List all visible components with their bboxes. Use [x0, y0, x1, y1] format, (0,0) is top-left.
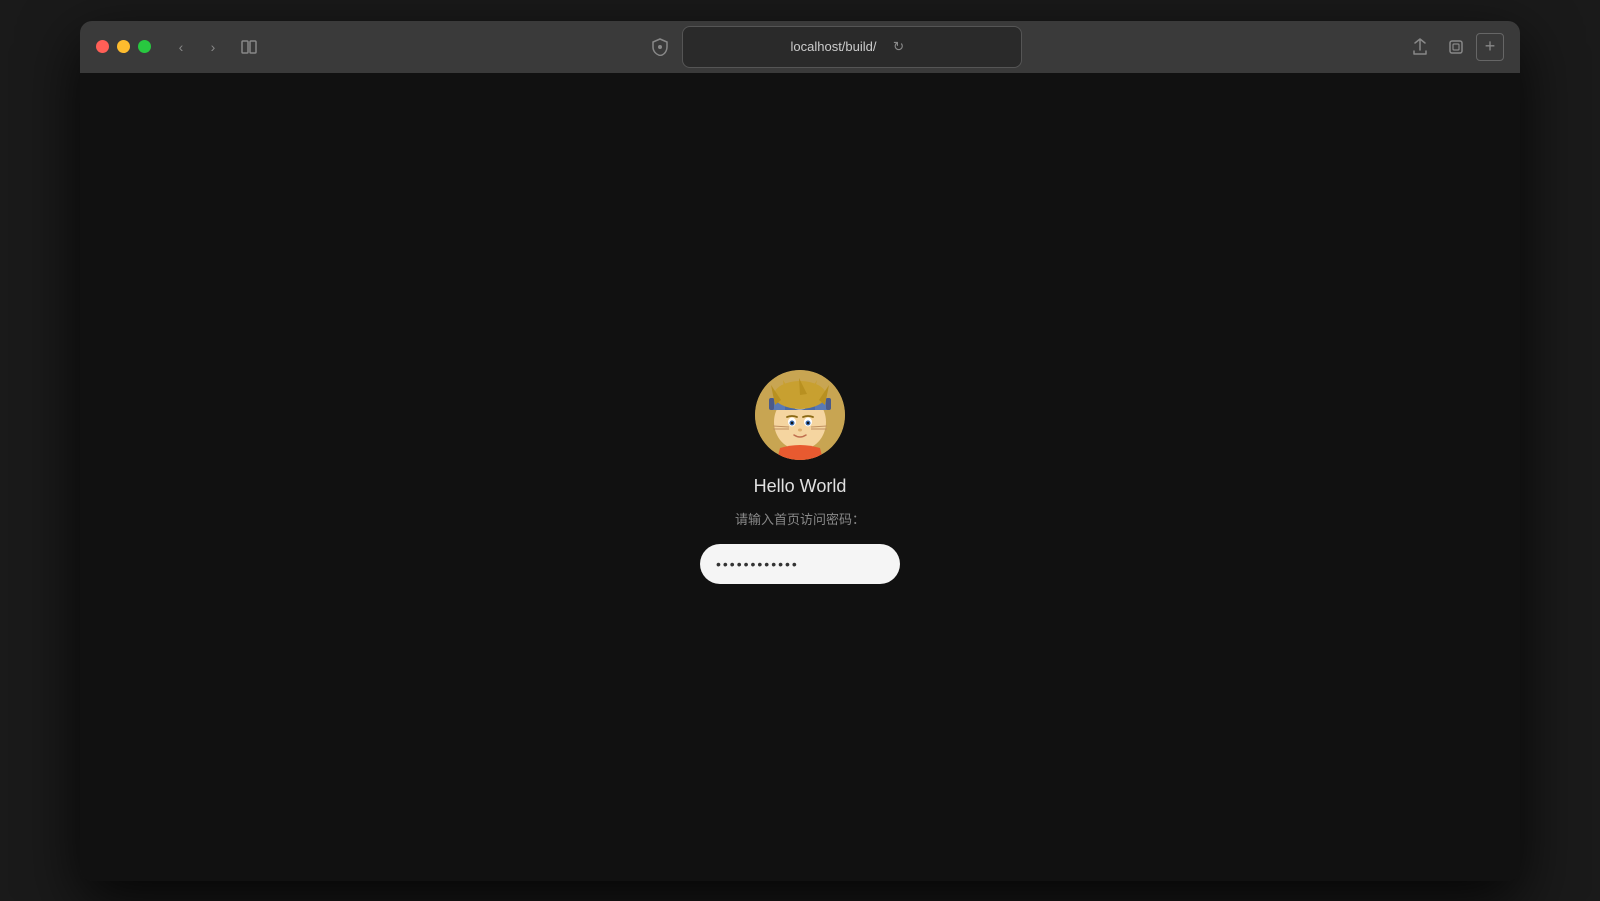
security-icon: [646, 33, 674, 61]
avatar: [755, 370, 845, 460]
prompt-text: 请输入首页访问密码：: [735, 509, 865, 528]
forward-button[interactable]: ›: [199, 33, 227, 61]
password-input[interactable]: [700, 548, 900, 580]
traffic-lights: [96, 40, 151, 53]
address-bar-container: localhost/build/ ↻: [271, 26, 1396, 68]
url-text: localhost/build/: [791, 39, 877, 54]
login-container: Hello World 请输入首页访问密码： →: [700, 370, 900, 584]
toolbar-right: +: [1404, 31, 1504, 63]
window-button[interactable]: [1440, 31, 1472, 63]
reload-icon: ↻: [893, 39, 904, 55]
nav-buttons: ‹ ›: [167, 33, 227, 61]
user-name: Hello World: [754, 476, 847, 497]
browser-window: ‹ › localhost/build/ ↻: [80, 21, 1520, 881]
maximize-button[interactable]: [138, 40, 151, 53]
reload-button[interactable]: ↻: [885, 33, 913, 61]
browser-content: Hello World 请输入首页访问密码： →: [80, 73, 1520, 881]
sidebar-toggle-button[interactable]: [235, 33, 263, 61]
minimize-button[interactable]: [117, 40, 130, 53]
browser-titlebar: ‹ › localhost/build/ ↻: [80, 21, 1520, 73]
back-button[interactable]: ‹: [167, 33, 195, 61]
close-button[interactable]: [96, 40, 109, 53]
share-button[interactable]: [1404, 31, 1436, 63]
password-form: →: [700, 544, 900, 584]
add-tab-button[interactable]: +: [1476, 33, 1504, 61]
address-bar[interactable]: localhost/build/ ↻: [682, 26, 1022, 68]
